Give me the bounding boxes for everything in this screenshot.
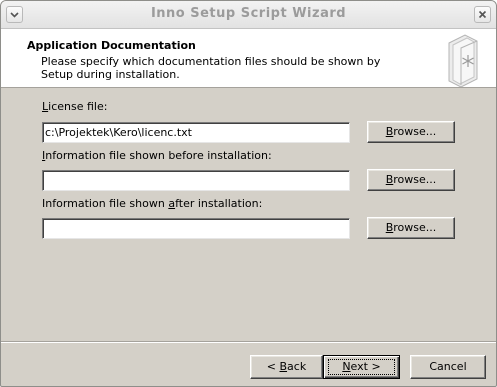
close-icon	[478, 10, 487, 19]
button-accelerator: N	[342, 360, 351, 373]
info-after-input[interactable]	[42, 218, 350, 239]
page-description: Please specify which documentation files…	[41, 55, 381, 81]
button-label: rowse...	[393, 125, 437, 138]
footer-divider	[1, 341, 496, 343]
button-label: rowse...	[393, 173, 437, 186]
browse-info-before-button[interactable]: Browse...	[367, 169, 455, 191]
license-file-label: License file:	[42, 100, 107, 113]
cancel-button[interactable]: Cancel	[410, 355, 486, 379]
license-file-input[interactable]: c:\Projektek\Kero\licenc.txt	[42, 122, 350, 143]
browse-info-after-button[interactable]: Browse...	[367, 217, 455, 239]
page-header: Application Documentation Please specify…	[1, 29, 496, 88]
label-text: icense file:	[48, 100, 108, 113]
button-accelerator: B	[279, 360, 288, 373]
window-title: Inno Setup Script Wizard	[150, 6, 347, 21]
wizard-window: Inno Setup Script Wizard Application Doc…	[0, 0, 497, 387]
label-text: Information file shown	[42, 197, 169, 210]
button-label: rowse...	[393, 221, 437, 234]
back-button[interactable]: < Back	[250, 355, 323, 379]
documentation-book-icon	[448, 34, 478, 87]
next-button[interactable]: Next >	[323, 355, 400, 379]
page-title: Application Documentation	[27, 39, 196, 52]
info-before-input[interactable]	[42, 170, 350, 191]
browse-license-button[interactable]: Browse...	[367, 121, 455, 143]
button-label: ext >	[350, 360, 381, 373]
button-label: ack	[287, 360, 307, 373]
label-text: fter installation:	[175, 197, 263, 210]
title-bar[interactable]: Inno Setup Script Wizard	[1, 1, 496, 29]
close-button[interactable]	[474, 6, 491, 23]
info-after-label: Information file shown after installatio…	[42, 197, 262, 210]
button-label: <	[266, 360, 280, 373]
info-before-label: Information file shown before installati…	[42, 149, 272, 162]
label-text: nformation file shown before installatio…	[45, 149, 272, 162]
